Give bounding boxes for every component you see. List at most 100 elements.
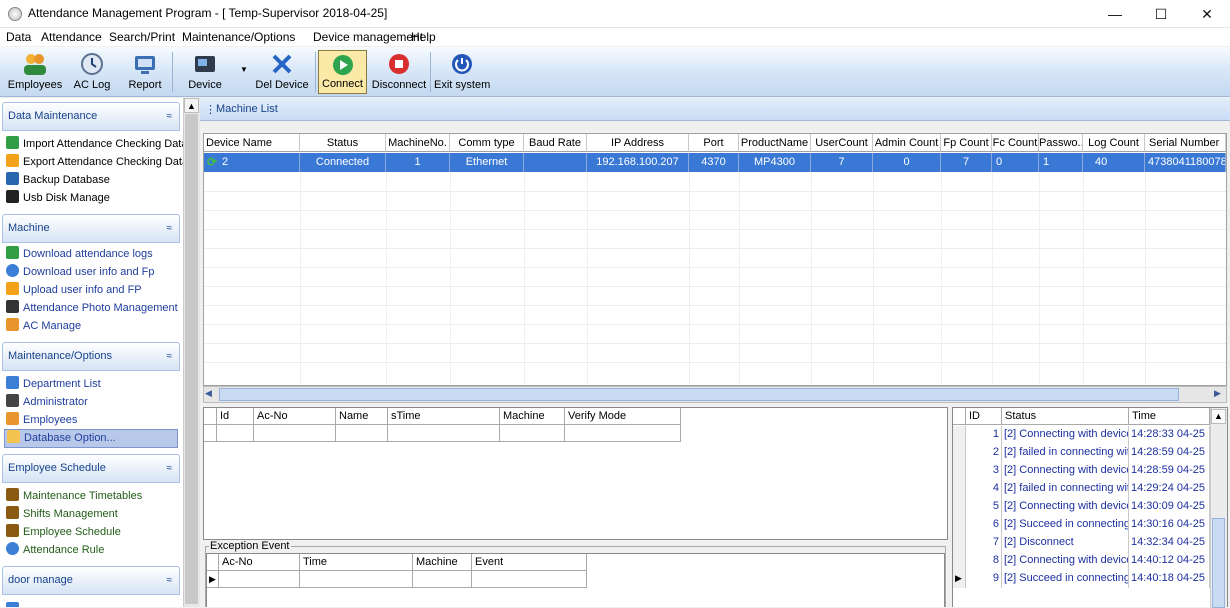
sidebar-item-database-option[interactable]: Database Option... xyxy=(4,429,178,448)
exception-event-grid[interactable]: Ac-No Time Machine Event ▶ xyxy=(206,553,945,607)
empty-cell[interactable] xyxy=(500,425,565,442)
sidebar-item-download-logs[interactable]: Download attendance logs xyxy=(6,246,153,263)
sidebar-item-shifts-management[interactable]: Shifts Management xyxy=(6,506,118,523)
col-time[interactable]: Time xyxy=(1129,408,1210,425)
section-header-machine[interactable]: Machine ≈ xyxy=(2,214,180,243)
report-button[interactable]: Report xyxy=(127,50,163,94)
maximize-button[interactable]: ☐ xyxy=(1138,0,1184,28)
disconnect-button[interactable]: Disconnect xyxy=(371,50,427,94)
scroll-up-icon[interactable]: ▲ xyxy=(184,98,199,113)
sidebar-item-attendance-rule[interactable]: Attendance Rule xyxy=(6,542,104,559)
empty-cell[interactable] xyxy=(300,571,413,588)
col-product-name[interactable]: ProductName xyxy=(739,134,811,152)
col-id[interactable]: Id xyxy=(217,408,254,425)
cell-log-count[interactable]: 40 xyxy=(1083,153,1145,172)
cell-status[interactable]: Connected xyxy=(300,153,386,172)
empty-cell[interactable] xyxy=(217,425,254,442)
hscroll-thumb[interactable] xyxy=(219,388,1179,401)
col-password[interactable]: Passwo... xyxy=(1039,134,1083,152)
attendance-log-grid[interactable]: Id Ac-No Name sTime Machine Verify Mode xyxy=(203,407,948,540)
sidebar-item-download-user-info[interactable]: Download user info and Fp xyxy=(6,264,154,281)
col-verify-mode[interactable]: Verify Mode xyxy=(565,408,681,425)
device-button[interactable]: Device xyxy=(183,50,227,94)
sidebar-item-door[interactable] xyxy=(6,602,23,607)
empty-cell[interactable] xyxy=(565,425,681,442)
sidebar-item-import-data[interactable]: Import Attendance Checking Data xyxy=(6,136,183,153)
collapse-icon[interactable]: ≈ xyxy=(167,343,173,370)
cell-comm-type[interactable]: Ethernet xyxy=(450,153,524,172)
col-status[interactable]: Status xyxy=(1002,408,1129,425)
cell-device-name[interactable]: 2 xyxy=(204,153,300,172)
col-name[interactable]: Name xyxy=(336,408,388,425)
sidebar-item-upload-user-info[interactable]: Upload user info and FP xyxy=(6,282,142,299)
col-ac-no[interactable]: Ac-No xyxy=(219,554,300,571)
section-header-data-maintenance[interactable]: Data Maintenance ≈ xyxy=(2,102,180,131)
machine-list-grid[interactable]: Device Name Status MachineNo. Comm type … xyxy=(203,133,1227,386)
scroll-up-icon[interactable]: ▲ xyxy=(1211,409,1226,424)
col-machine[interactable]: Machine xyxy=(413,554,472,571)
empty-cell[interactable] xyxy=(472,571,587,588)
cell-fp-count[interactable]: 7 xyxy=(941,153,992,172)
sidebar-item-backup-database[interactable]: Backup Database xyxy=(6,172,110,189)
scroll-right-icon[interactable]: ▶ xyxy=(1214,388,1221,399)
scroll-left-icon[interactable]: ◀ xyxy=(205,388,212,399)
col-stime[interactable]: sTime xyxy=(388,408,500,425)
close-button[interactable]: ✕ xyxy=(1184,0,1230,28)
col-device-name[interactable]: Device Name xyxy=(204,134,300,152)
status-log-grid[interactable]: ID Status Time 1 [2] Connecting with devi… xyxy=(952,407,1228,608)
sidebar-item-administrator[interactable]: Administrator xyxy=(6,394,88,411)
empty-cell[interactable] xyxy=(413,571,472,588)
minimize-button[interactable]: — xyxy=(1092,0,1138,28)
col-fp-count[interactable]: Fp Count xyxy=(941,134,992,152)
sidebar-item-department-list[interactable]: Department List xyxy=(6,376,101,393)
empty-cell[interactable] xyxy=(254,425,336,442)
col-comm-type[interactable]: Comm type xyxy=(450,134,524,152)
col-id[interactable]: ID xyxy=(966,408,1002,425)
connect-button[interactable]: Connect xyxy=(318,50,367,94)
col-log-count[interactable]: Log Count xyxy=(1083,134,1145,152)
collapse-icon[interactable]: ≈ xyxy=(167,455,173,482)
cell-machine-no[interactable]: 1 xyxy=(386,153,450,172)
col-status[interactable]: Status xyxy=(300,134,386,152)
sidebar-item-export-data[interactable]: Export Attendance Checking Data xyxy=(6,154,183,171)
col-machine-no[interactable]: MachineNo. xyxy=(386,134,450,152)
sidebar-item-usb-disk-manage[interactable]: Usb Disk Manage xyxy=(6,190,110,207)
menu-help[interactable]: Help xyxy=(411,30,436,44)
sidebar-item-photo-management[interactable]: Attendance Photo Management xyxy=(6,300,178,317)
cell-product-name[interactable]: MP4300 xyxy=(739,153,811,172)
employees-button[interactable]: Employees xyxy=(6,50,64,94)
cell-serial-number[interactable]: 4738041180078 xyxy=(1145,153,1226,172)
sidebar-item-employees[interactable]: Employees xyxy=(6,412,77,429)
cell-admin-count[interactable]: 0 xyxy=(873,153,941,172)
cell-ip-address[interactable]: 192.168.100.207 xyxy=(587,153,689,172)
collapse-icon[interactable]: ≈ xyxy=(167,567,173,594)
status-log-scroll-thumb[interactable] xyxy=(1212,518,1225,608)
del-device-button[interactable]: Del Device xyxy=(253,50,311,94)
collapse-icon[interactable]: ≈ xyxy=(167,103,173,130)
cell-baud-rate[interactable] xyxy=(524,153,587,172)
ac-log-button[interactable]: AC Log xyxy=(72,50,112,94)
col-time[interactable]: Time xyxy=(300,554,413,571)
empty-cell[interactable] xyxy=(336,425,388,442)
menu-device-management[interactable]: Device management xyxy=(313,30,423,44)
exit-system-button[interactable]: Exit system xyxy=(434,50,490,94)
sidebar-item-employee-schedule[interactable]: Employee Schedule xyxy=(6,524,121,541)
cell-fc-count[interactable]: 0 xyxy=(992,153,1039,172)
section-header-employee-schedule[interactable]: Employee Schedule ≈ xyxy=(2,454,180,483)
col-machine[interactable]: Machine xyxy=(500,408,565,425)
col-ip-address[interactable]: IP Address xyxy=(587,134,689,152)
collapse-icon[interactable]: ≈ xyxy=(167,215,173,242)
menu-attendance[interactable]: Attendance xyxy=(41,30,102,44)
section-header-maintenance-options[interactable]: Maintenance/Options ≈ xyxy=(2,342,180,371)
empty-cell[interactable] xyxy=(219,571,300,588)
sidebar-item-ac-manage[interactable]: AC Manage xyxy=(6,318,81,335)
cell-user-count[interactable]: 7 xyxy=(811,153,873,172)
menu-maintenance-options[interactable]: Maintenance/Options xyxy=(182,30,295,44)
cell-password[interactable]: 1 xyxy=(1039,153,1083,172)
section-header-door-manage[interactable]: door manage ≈ xyxy=(2,566,180,595)
col-baud-rate[interactable]: Baud Rate xyxy=(524,134,587,152)
col-event[interactable]: Event xyxy=(472,554,587,571)
device-dropdown-icon[interactable]: ▼ xyxy=(240,65,248,74)
sidebar-scroll-thumb[interactable] xyxy=(185,114,198,604)
sidebar-item-maintenance-timetables[interactable]: Maintenance Timetables xyxy=(6,488,142,505)
